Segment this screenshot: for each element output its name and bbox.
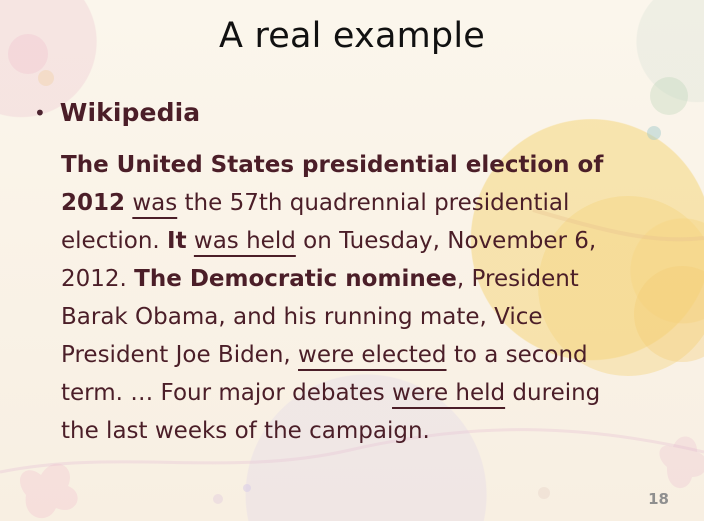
top-left-dot-icon: [38, 70, 54, 86]
bottom-dot-icon-1: [213, 494, 223, 504]
text-segment: The United States presidential election …: [61, 152, 604, 178]
paragraph-line-3: election. It was held on Tuesday, Novemb…: [61, 222, 681, 260]
flower-left-icon: [20, 463, 78, 519]
text-segment: election.: [61, 228, 168, 254]
paragraph-line-4: 2012. The Democratic nominee, President: [61, 260, 681, 298]
text-segment: dureing: [505, 380, 601, 406]
text-segment: 2012: [61, 190, 126, 216]
right-mid-dot-icon: [647, 126, 661, 140]
bullet-item: • Wikipedia: [34, 95, 200, 131]
text-segment: The Democratic nominee: [134, 266, 457, 292]
slide: A real example • Wikipedia The United St…: [0, 0, 704, 521]
text-segment: , President: [456, 266, 579, 292]
text-segment: [187, 228, 194, 254]
text-segment: on Tuesday, November 6,: [295, 228, 597, 254]
text-segment: Barak Obama, and his running mate, Vice: [61, 304, 543, 330]
paragraph-line-6: President Joe Biden, were elected to a s…: [61, 336, 681, 374]
text-segment: President Joe Biden,: [61, 342, 299, 368]
page-number: 18: [648, 490, 669, 508]
bullet-label: Wikipedia: [59, 98, 201, 127]
paragraph-line-2: 2012 was the 57th quadrennial presidenti…: [61, 184, 681, 222]
right-top-leaf-icon: [650, 77, 688, 115]
text-segment: It: [167, 228, 187, 254]
underlined-verb: was: [132, 190, 178, 216]
paragraph-line-5: Barak Obama, and his running mate, Vice: [61, 298, 681, 336]
text-segment: term. … Four major debates: [61, 380, 393, 406]
text-segment: the 57th quadrennial presidential: [177, 190, 570, 216]
text-segment: 2012.: [61, 266, 135, 292]
paragraph-line-8: the last weeks of the campaign.: [61, 412, 681, 450]
bottom-dot-icon-2: [243, 484, 251, 492]
bullet-icon: •: [34, 101, 46, 125]
bottom-dot-icon-3: [538, 487, 550, 499]
paragraph-line-1: The United States presidential election …: [61, 146, 681, 184]
underlined-verb: was held: [193, 228, 296, 254]
underlined-verb: were elected: [298, 342, 447, 368]
example-paragraph: The United States presidential election …: [61, 146, 681, 450]
text-segment: to a second: [446, 342, 588, 368]
text-segment: the last weeks of the campaign.: [61, 418, 430, 444]
slide-title: A real example: [219, 16, 485, 56]
underlined-verb: were held: [392, 380, 506, 406]
paragraph-line-7: term. … Four major debates were held dur…: [61, 374, 681, 412]
